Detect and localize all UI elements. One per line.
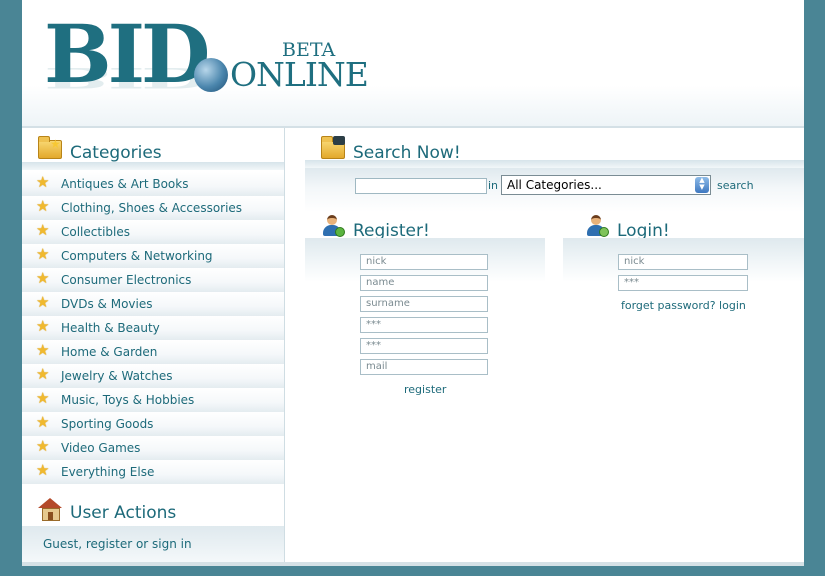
category-label[interactable]: Consumer Electronics [61, 273, 191, 287]
category-item[interactable]: ★ Computers & Networking [22, 244, 284, 268]
user-actions-box: Guest, register or sign in [22, 526, 284, 562]
globe-icon [194, 58, 228, 92]
guest-register-signin-link[interactable]: Guest, register or sign in [43, 537, 192, 551]
star-icon: ★ [36, 437, 50, 455]
register-button[interactable]: register [404, 383, 446, 396]
user-login-icon [585, 215, 609, 237]
star-icon: ★ [36, 269, 50, 287]
categories-title-bar [22, 162, 284, 170]
category-select-value: All Categories... [507, 178, 602, 192]
search-input[interactable] [355, 178, 487, 194]
star-icon: ★ [36, 293, 50, 311]
search-in-label: in [488, 179, 499, 192]
category-label[interactable]: Clothing, Shoes & Accessories [61, 201, 242, 215]
search-header: Search Now! [321, 128, 801, 163]
category-item[interactable]: ★ Video Games [22, 436, 284, 460]
categories-title: Categories [70, 143, 162, 163]
category-item[interactable]: ★ Jewelry & Watches [22, 364, 284, 388]
category-label[interactable]: DVDs & Movies [61, 297, 152, 311]
register-nick-field[interactable]: nick [360, 254, 488, 270]
category-item[interactable]: ★ Antiques & Art Books [22, 172, 284, 196]
category-label[interactable]: Antiques & Art Books [61, 177, 188, 191]
home-icon [38, 498, 62, 521]
star-icon: ★ [36, 341, 50, 359]
register-confirm-password-field[interactable]: *** [360, 338, 488, 354]
main-content: Search Now! in All Categories... ▲ ▼ sear… [305, 128, 804, 562]
logo-bid-text: BID [44, 7, 210, 101]
category-list: ★ Antiques & Art Books ★ Clothing, Shoes &… [22, 172, 284, 484]
register-mail-field[interactable]: mail [360, 359, 488, 375]
category-label[interactable]: Collectibles [61, 225, 130, 239]
categories-header: ★ Categories [38, 128, 278, 163]
star-icon: ★ [36, 245, 50, 263]
category-label[interactable]: Jewelry & Watches [61, 369, 172, 383]
star-icon: ★ [36, 389, 50, 407]
category-label[interactable]: Everything Else [61, 465, 154, 479]
search-button[interactable]: search [717, 179, 754, 192]
page-container: BID BID ONLINE BETA ★ Categories ★ Antiqu… [22, 0, 804, 566]
header: BID BID ONLINE BETA [22, 0, 804, 128]
category-label[interactable]: Home & Garden [61, 345, 157, 359]
star-icon: ★ [36, 173, 50, 191]
search-title-bar [305, 160, 804, 168]
category-item[interactable]: ★ Music, Toys & Hobbies [22, 388, 284, 412]
category-label[interactable]: Video Games [61, 441, 140, 455]
category-label[interactable]: Health & Beauty [61, 321, 160, 335]
register-surname-field[interactable]: surname [360, 296, 488, 312]
logo-beta-text: BETA [282, 39, 336, 61]
forget-password-login-link[interactable]: forget password? login [621, 299, 746, 312]
star-icon: ★ [36, 365, 50, 383]
category-item[interactable]: ★ Collectibles [22, 220, 284, 244]
login-password-field[interactable]: *** [618, 275, 748, 291]
category-item[interactable]: ★ Consumer Electronics [22, 268, 284, 292]
login-nick-field[interactable]: nick [618, 254, 748, 270]
category-label[interactable]: Sporting Goods [61, 417, 153, 431]
category-item[interactable]: ★ Home & Garden [22, 340, 284, 364]
star-icon: ★ [36, 461, 50, 479]
category-item[interactable]: ★ Clothing, Shoes & Accessories [22, 196, 284, 220]
category-label[interactable]: Music, Toys & Hobbies [61, 393, 194, 407]
user-actions-title: User Actions [70, 503, 177, 523]
login-header: Login! [585, 206, 804, 241]
register-name-field[interactable]: name [360, 275, 488, 291]
category-item[interactable]: ★ Health & Beauty [22, 316, 284, 340]
bidonline-logo[interactable]: BID BID ONLINE BETA [44, 7, 369, 124]
select-arrows-icon: ▲ ▼ [695, 177, 709, 193]
sidebar: ★ Categories ★ Antiques & Art Books ★ Clot… [22, 128, 285, 562]
category-item[interactable]: ★ Everything Else [22, 460, 284, 484]
logo-online-text: ONLINE [230, 55, 369, 94]
star-icon: ★ [36, 221, 50, 239]
register-header: Register! [321, 206, 561, 241]
user-add-icon [321, 215, 345, 237]
star-icon: ★ [36, 413, 50, 431]
category-item[interactable]: ★ Sporting Goods [22, 412, 284, 436]
star-icon: ★ [36, 317, 50, 335]
bottom-strip [22, 562, 804, 566]
folder-star-icon: ★ [38, 136, 62, 159]
star-icon: ★ [36, 197, 50, 215]
category-select[interactable]: All Categories... ▲ ▼ [501, 175, 711, 195]
user-actions-header: User Actions [38, 488, 278, 523]
category-item[interactable]: ★ DVDs & Movies [22, 292, 284, 316]
folder-search-icon [321, 136, 345, 159]
register-password-field[interactable]: *** [360, 317, 488, 333]
category-label[interactable]: Computers & Networking [61, 249, 213, 263]
